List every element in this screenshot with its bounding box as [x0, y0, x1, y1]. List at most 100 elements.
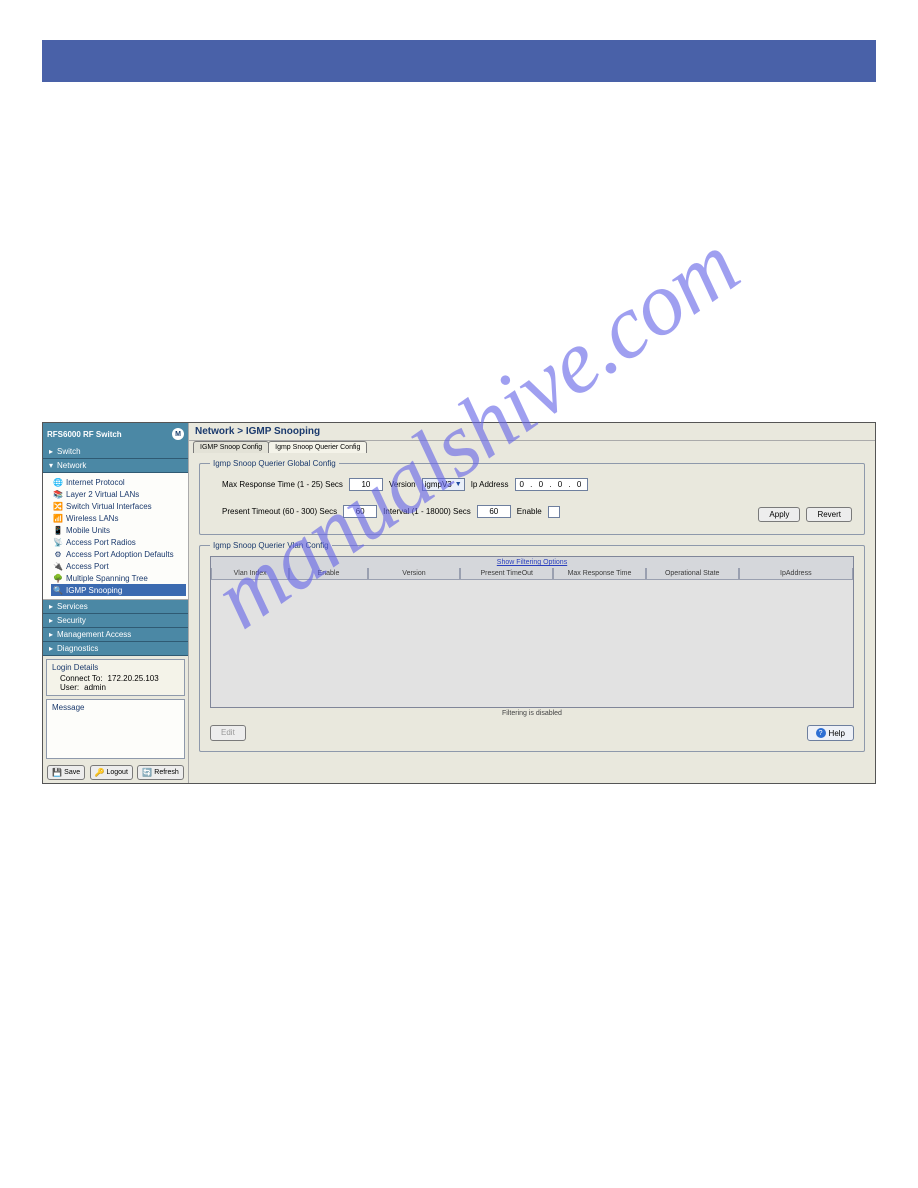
- main-panel: Network > IGMP Snooping IGMP Snoop Confi…: [189, 423, 875, 783]
- tree-item-label: Internet Protocol: [66, 478, 125, 487]
- tree-item-label: Access Port: [66, 562, 109, 571]
- version-value: igmpV3: [425, 480, 452, 489]
- breadcrumb: Network > IGMP Snooping: [189, 423, 875, 441]
- version-label: Version: [389, 480, 416, 489]
- tree-layer2-vlans[interactable]: 📚Layer 2 Virtual LANs: [51, 488, 186, 500]
- present-timeout-input[interactable]: 60: [343, 505, 377, 518]
- vlan-table-header: Vlan Index Enable Version Present TimeOu…: [211, 568, 853, 580]
- wifi-icon: 📶: [53, 513, 63, 523]
- nav-mgmt-label: Management Access: [57, 630, 131, 639]
- brand-title: RFS6000 RF Switch: [47, 430, 122, 439]
- tab-label: IGMP Snoop Config: [200, 444, 262, 451]
- filter-status: Filtering is disabled: [210, 708, 854, 719]
- tree-wireless-lans[interactable]: 📶Wireless LANs: [51, 512, 186, 524]
- radio-icon: 📡: [53, 537, 63, 547]
- triangle-right-icon: ▸: [49, 602, 53, 611]
- edit-button[interactable]: Edit: [210, 725, 246, 741]
- col-operational-state[interactable]: Operational State: [646, 568, 739, 580]
- brand-bar: RFS6000 RF Switch M: [43, 423, 188, 445]
- snoop-icon: 🔍: [53, 585, 63, 595]
- nav-network-label: Network: [57, 461, 86, 470]
- tree-mobile-units[interactable]: 📱Mobile Units: [51, 524, 186, 536]
- footer-button-row: 💾Save 🔑Logout 🔄Refresh: [43, 762, 188, 783]
- nav-switch-label: Switch: [57, 447, 81, 456]
- global-config-legend: Igmp Snoop Querier Global Config: [210, 459, 339, 468]
- triangle-right-icon: ▸: [49, 630, 53, 639]
- help-button[interactable]: ? Help: [807, 725, 854, 741]
- nav-switch[interactable]: ▸ Switch: [43, 445, 188, 459]
- save-button[interactable]: 💾Save: [47, 765, 85, 780]
- refresh-button[interactable]: 🔄Refresh: [137, 765, 183, 780]
- help-icon: ?: [816, 728, 826, 738]
- col-version[interactable]: Version: [368, 568, 461, 580]
- present-timeout-label: Present Timeout (60 - 300) Secs: [222, 507, 337, 516]
- mobile-icon: 📱: [53, 525, 63, 535]
- user-label: User:: [60, 683, 79, 692]
- tab-content: Igmp Snoop Querier Global Config Max Res…: [189, 453, 875, 783]
- apply-label: Apply: [769, 510, 789, 519]
- enable-label: Enable: [517, 507, 542, 516]
- nav-diagnostics[interactable]: ▸ Diagnostics: [43, 642, 188, 656]
- tree-item-label: Access Port Adoption Defaults: [66, 550, 174, 559]
- tree-igmp-snooping[interactable]: 🔍IGMP Snooping: [51, 584, 186, 596]
- edit-label: Edit: [221, 728, 235, 737]
- apply-button[interactable]: Apply: [758, 507, 800, 522]
- user-value: admin: [84, 683, 106, 692]
- col-max-response-time[interactable]: Max Response Time: [553, 568, 646, 580]
- nav-security-label: Security: [57, 616, 86, 625]
- interval-input[interactable]: 60: [477, 505, 511, 518]
- refresh-label: Refresh: [154, 769, 179, 776]
- page-header-bar: [42, 40, 876, 82]
- help-label: Help: [829, 729, 845, 738]
- login-details-box: Login Details Connect To: 172.20.25.103 …: [46, 659, 185, 696]
- tree-item-label: Wireless LANs: [66, 514, 118, 523]
- tab-label: Igmp Snoop Querier Config: [275, 444, 360, 451]
- globe-icon: 🌐: [53, 477, 63, 487]
- nav-network[interactable]: ▾ Network: [43, 459, 188, 473]
- tree-item-label: Multiple Spanning Tree: [66, 574, 148, 583]
- tree-item-label: Layer 2 Virtual LANs: [66, 490, 139, 499]
- enable-checkbox[interactable]: [548, 506, 560, 518]
- tree-access-port-radios[interactable]: 📡Access Port Radios: [51, 536, 186, 548]
- revert-label: Revert: [817, 510, 841, 519]
- tab-igmp-snoop-querier-config[interactable]: Igmp Snoop Querier Config: [268, 441, 367, 453]
- tree-access-port[interactable]: 🔌Access Port: [51, 560, 186, 572]
- show-filtering-options-link[interactable]: Show Filtering Options: [211, 557, 853, 568]
- interval-label: Interval (1 - 18000) Secs: [383, 507, 471, 516]
- triangle-right-icon: ▸: [49, 644, 53, 653]
- nav-services[interactable]: ▸Services: [43, 600, 188, 614]
- nav-management-access[interactable]: ▸ Management Access: [43, 628, 188, 642]
- tree-item-label: Access Port Radios: [66, 538, 136, 547]
- message-box: Message: [46, 699, 185, 759]
- vlan-table: Show Filtering Options Vlan Index Enable…: [210, 556, 854, 708]
- refresh-icon: 🔄: [142, 768, 152, 777]
- nav-security[interactable]: ▸Security: [43, 614, 188, 628]
- logout-label: Logout: [106, 769, 127, 776]
- app-window: RFS6000 RF Switch M ▸ Switch ▾ Network 🌐…: [42, 422, 876, 784]
- col-ip-address[interactable]: IpAddress: [739, 568, 853, 580]
- tree-multiple-spanning-tree[interactable]: 🌳Multiple Spanning Tree: [51, 572, 186, 584]
- ip-input[interactable]: 0 . 0 . 0 . 0: [515, 478, 589, 491]
- nav-diag-label: Diagnostics: [57, 644, 98, 653]
- max-response-input[interactable]: 10: [349, 478, 383, 491]
- connect-to-value: 172.20.25.103: [108, 674, 159, 683]
- col-vlan-index[interactable]: Vlan Index: [211, 568, 289, 580]
- tree-item-label: IGMP Snooping: [66, 586, 122, 595]
- tree-access-port-adoption[interactable]: ⚙Access Port Adoption Defaults: [51, 548, 186, 560]
- col-enable[interactable]: Enable: [289, 568, 367, 580]
- tab-row: IGMP Snoop Config Igmp Snoop Querier Con…: [189, 441, 875, 453]
- vlan-bottom-row: Edit ? Help: [210, 719, 854, 741]
- chevron-down-icon: ▼: [455, 481, 462, 488]
- vlan-config-legend: Igmp Snoop Querier Vlan Config: [210, 541, 332, 550]
- vlan-table-body: [211, 580, 853, 690]
- tree-switch-virtual-ifaces[interactable]: 🔀Switch Virtual Interfaces: [51, 500, 186, 512]
- tree-internet-protocol[interactable]: 🌐Internet Protocol: [51, 476, 186, 488]
- col-present-timeout[interactable]: Present TimeOut: [460, 568, 553, 580]
- logout-button[interactable]: 🔑Logout: [90, 765, 133, 780]
- max-response-label: Max Response Time (1 - 25) Secs: [222, 480, 343, 489]
- disk-icon: 💾: [52, 768, 62, 777]
- version-select[interactable]: igmpV3 ▼: [422, 478, 465, 491]
- tab-igmp-snoop-config[interactable]: IGMP Snoop Config: [193, 441, 269, 453]
- ip-label: Ip Address: [471, 480, 509, 489]
- revert-button[interactable]: Revert: [806, 507, 852, 522]
